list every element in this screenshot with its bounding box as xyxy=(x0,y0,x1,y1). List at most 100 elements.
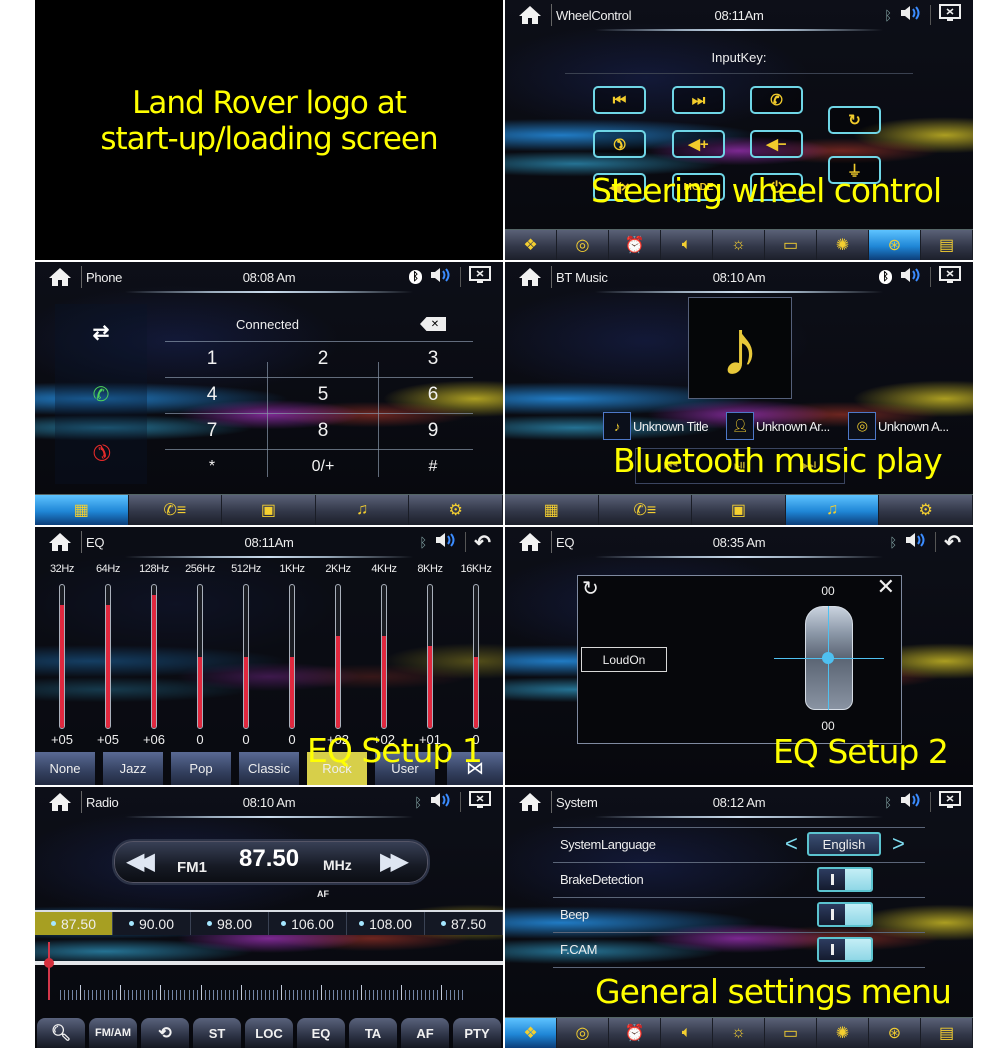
screen-off-icon[interactable] xyxy=(939,3,961,27)
eq-slider[interactable] xyxy=(59,584,65,729)
eq-preset-pop[interactable]: Pop xyxy=(171,752,231,785)
volume-down-button[interactable]: ◀− xyxy=(750,130,803,158)
nav-display[interactable]: ▭ xyxy=(765,1018,817,1048)
home-icon[interactable] xyxy=(45,265,75,289)
nav-dialpad[interactable]: ▦ xyxy=(505,495,599,525)
nav-settings[interactable]: ⚙ xyxy=(879,495,973,525)
search-button[interactable]: 🔍︎ xyxy=(37,1018,85,1048)
nav-radio[interactable]: ◎ xyxy=(557,1018,609,1048)
nav-settings[interactable]: ⚙ xyxy=(409,495,503,525)
screen-off-icon[interactable] xyxy=(469,265,491,289)
nav-brightness[interactable]: ☼ xyxy=(713,1018,765,1048)
af-button[interactable]: AF xyxy=(401,1018,449,1048)
eq-slider[interactable] xyxy=(335,584,341,729)
key-1[interactable]: 1 xyxy=(157,342,267,376)
volume-icon[interactable] xyxy=(900,5,922,26)
bluetooth-icon[interactable]: ᛒ xyxy=(879,270,892,284)
preset-station[interactable]: 106.00 xyxy=(269,912,347,935)
reset-icon[interactable]: ↻ xyxy=(582,576,599,601)
eq-slider[interactable] xyxy=(473,584,479,729)
hangup-button[interactable]: ✆ xyxy=(55,424,147,480)
home-icon[interactable] xyxy=(515,790,545,814)
key-8[interactable]: 8 xyxy=(268,414,378,448)
nav-display[interactable]: ▭ xyxy=(765,230,817,260)
eq-button[interactable]: EQ xyxy=(297,1018,345,1048)
home-icon[interactable] xyxy=(515,265,545,289)
eq-slider[interactable] xyxy=(427,584,433,729)
bluetooth-icon[interactable]: ᛒ xyxy=(409,270,422,284)
volume-up-button[interactable]: ◀+ xyxy=(672,130,725,158)
nav-radio[interactable]: ◎ xyxy=(557,230,609,260)
nav-contacts[interactable]: ▣ xyxy=(222,495,316,525)
eq-slider[interactable] xyxy=(381,584,387,729)
tuner-slider[interactable] xyxy=(35,961,503,965)
nav-brightness[interactable]: ☼ xyxy=(713,230,765,260)
screen-off-icon[interactable] xyxy=(939,790,961,814)
key-7[interactable]: 7 xyxy=(157,414,267,448)
home-icon[interactable] xyxy=(45,530,75,554)
bluetooth-icon[interactable]: ᛒ xyxy=(889,535,897,550)
nav-sound[interactable]: 🔈︎ xyxy=(661,230,713,260)
tuner-handle[interactable] xyxy=(44,958,54,968)
eq-preset-classic[interactable]: Classic xyxy=(239,752,299,785)
volume-icon[interactable] xyxy=(900,267,922,288)
next-track-button[interactable]: ⏭ xyxy=(672,86,725,114)
preset-station[interactable]: 87.50 xyxy=(425,912,503,935)
preset-station[interactable]: 87.50 xyxy=(35,912,113,935)
close-icon[interactable]: ✕ xyxy=(877,574,895,600)
eq-preset-jazz[interactable]: Jazz xyxy=(103,752,163,785)
language-prev-arrow[interactable]: < xyxy=(785,831,798,857)
nav-music[interactable]: ♫ xyxy=(785,495,880,525)
nav-clock[interactable]: ⏰ xyxy=(609,230,661,260)
home-icon[interactable] xyxy=(515,3,545,27)
key-6[interactable]: 6 xyxy=(378,378,488,412)
back-icon[interactable]: ↶ xyxy=(474,530,491,555)
nav-wheel[interactable]: ⊛ xyxy=(869,230,921,260)
screen-off-icon[interactable] xyxy=(939,265,961,289)
key-4[interactable]: 4 xyxy=(157,378,267,412)
eq-slider[interactable] xyxy=(289,584,295,729)
bluetooth-icon[interactable]: ᛒ xyxy=(414,795,422,810)
volume-icon[interactable] xyxy=(900,792,922,813)
bluetooth-icon[interactable]: ᛒ xyxy=(884,795,892,810)
key-3[interactable]: 3 xyxy=(378,342,488,376)
key-2[interactable]: 2 xyxy=(268,342,378,376)
key-0-plus[interactable]: 0/+ xyxy=(268,450,378,484)
eq-preset-none[interactable]: None xyxy=(35,752,95,785)
phone-answer-button[interactable]: ✆ xyxy=(750,86,803,114)
volume-icon[interactable] xyxy=(430,792,452,813)
eq-slider[interactable] xyxy=(243,584,249,729)
ta-button[interactable]: TA xyxy=(349,1018,397,1048)
nav-contacts[interactable]: ▣ xyxy=(692,495,786,525)
home-icon[interactable] xyxy=(515,530,545,554)
nav-light[interactable]: ✺ xyxy=(817,230,869,260)
loudness-toggle[interactable]: LoudOn xyxy=(581,647,667,672)
key-9[interactable]: 9 xyxy=(378,414,488,448)
transfer-button[interactable]: ⇄ xyxy=(55,304,147,360)
preset-station[interactable]: 90.00 xyxy=(113,912,191,935)
call-button[interactable]: ✆ xyxy=(55,366,147,422)
save-button[interactable]: ⟲ xyxy=(141,1018,189,1048)
bluetooth-icon[interactable]: ᛒ xyxy=(419,535,427,550)
key-hash[interactable]: # xyxy=(378,450,488,484)
nav-info[interactable]: ▤ xyxy=(921,230,973,260)
st-button[interactable]: ST xyxy=(193,1018,241,1048)
nav-call-log[interactable]: ✆≡ xyxy=(598,495,693,525)
nav-info[interactable]: ▤ xyxy=(921,1018,973,1048)
seek-forward-icon[interactable]: ▶▶ xyxy=(380,847,409,876)
seek-back-icon[interactable]: ◀◀ xyxy=(126,847,155,876)
fm-am-button[interactable]: FM/AM xyxy=(89,1018,137,1048)
preset-station[interactable]: 108.00 xyxy=(347,912,425,935)
home-icon[interactable] xyxy=(45,790,75,814)
balance-point[interactable] xyxy=(822,652,834,664)
phone-hangup-button[interactable]: ✆ xyxy=(593,130,646,158)
nav-call-log[interactable]: ✆≡ xyxy=(128,495,223,525)
eq-slider[interactable] xyxy=(197,584,203,729)
nav-general[interactable]: ❖ xyxy=(505,1018,557,1048)
nav-general[interactable]: ❖ xyxy=(505,230,557,260)
screen-off-icon[interactable] xyxy=(469,790,491,814)
nav-light[interactable]: ✺ xyxy=(817,1018,869,1048)
loc-button[interactable]: LOC xyxy=(245,1018,293,1048)
beep-toggle[interactable] xyxy=(817,902,873,927)
volume-icon[interactable] xyxy=(435,532,457,553)
